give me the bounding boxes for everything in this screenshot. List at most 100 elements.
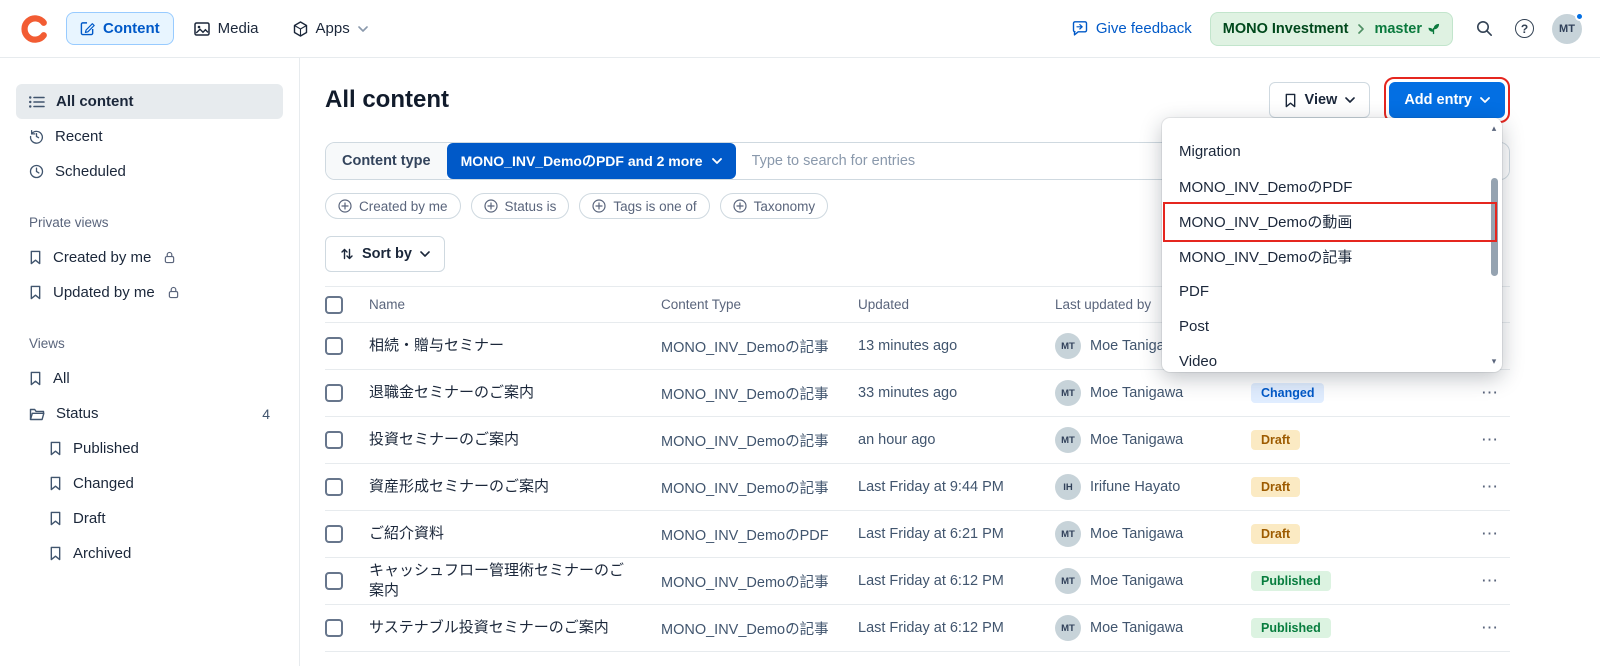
scroll-up-icon[interactable]: ▴ xyxy=(1492,123,1497,134)
menu-item-video[interactable]: Video xyxy=(1162,344,1502,372)
filter-chip-label: Status is xyxy=(504,198,557,214)
sidebar-item-label: Changed xyxy=(73,475,134,492)
sidebar-item-scheduled[interactable]: Scheduled xyxy=(16,154,283,189)
menu-item-mono-inv-demo-pdf[interactable]: MONO_INV_DemoのPDF xyxy=(1162,169,1502,204)
entry-name[interactable]: 資産形成セミナーのご案内 xyxy=(369,477,661,497)
table-row[interactable]: 退職金セミナーのご案内 MONO_INV_Demoの記事 33 minutes … xyxy=(325,370,1510,417)
environment-badge[interactable]: MONO Investment master xyxy=(1209,11,1453,46)
menu-item-mono-inv-demo-video[interactable]: MONO_INV_Demoの動画 xyxy=(1162,204,1502,239)
sidebar-item-updated-by-me[interactable]: Updated by me xyxy=(16,275,283,310)
entry-name[interactable]: 投資セミナーのご案内 xyxy=(369,430,661,450)
entry-name[interactable]: 相続・贈与セミナー xyxy=(369,336,661,356)
sidebar-item-published[interactable]: Published xyxy=(36,431,283,466)
user-avatar: MT xyxy=(1055,427,1081,453)
sidebar-item-all[interactable]: All xyxy=(16,361,283,396)
filter-chip-taxonomy[interactable]: Taxonomy xyxy=(719,193,829,219)
help-icon[interactable]: ? xyxy=(1515,19,1534,38)
contentful-logo[interactable] xyxy=(18,12,52,46)
user-avatar: MT xyxy=(1055,615,1081,641)
sidebar-item-recent[interactable]: Recent xyxy=(16,119,283,154)
content-type-label: Content type xyxy=(326,143,447,179)
row-actions-button[interactable]: ⋯ xyxy=(1447,524,1510,544)
tab-media[interactable]: Media xyxy=(180,12,273,45)
entry-updated: Last Friday at 6:12 PM xyxy=(858,573,1004,589)
sidebar-item-changed[interactable]: Changed xyxy=(36,466,283,501)
row-checkbox[interactable] xyxy=(325,619,343,637)
row-actions-button[interactable]: ⋯ xyxy=(1447,477,1510,497)
row-checkbox[interactable] xyxy=(325,525,343,543)
filter-chip-status-is[interactable]: Status is xyxy=(470,193,570,219)
entry-updated-by: Moe Tanigawa xyxy=(1090,385,1184,401)
entry-updated: Last Friday at 6:12 PM xyxy=(858,620,1004,636)
give-feedback-label: Give feedback xyxy=(1095,20,1192,37)
table-row[interactable]: キャッシュフロー管理術セミナーのご案内 MONO_INV_Demoの記事 Las… xyxy=(325,558,1510,605)
table-row[interactable]: 資産形成セミナーのご案内 MONO_INV_Demoの記事 Last Frida… xyxy=(325,464,1510,511)
row-checkbox[interactable] xyxy=(325,431,343,449)
scroll-down-icon[interactable]: ▾ xyxy=(1492,356,1497,367)
bookmark-icon xyxy=(1285,93,1295,107)
row-actions-button[interactable]: ⋯ xyxy=(1447,430,1510,450)
sidebar-item-draft[interactable]: Draft xyxy=(36,501,283,536)
bookmark-icon xyxy=(50,476,61,491)
logo-icon xyxy=(21,14,47,43)
sidebar-item-label: Draft xyxy=(73,510,106,527)
add-entry-button[interactable]: Add entry xyxy=(1389,82,1505,118)
menu-item-post[interactable]: Post xyxy=(1162,309,1502,344)
menu-item-migration[interactable]: Migration xyxy=(1162,134,1502,169)
sidebar-item-all-content[interactable]: All content xyxy=(16,84,283,119)
user-avatar: MT xyxy=(1055,333,1081,359)
sidebar-item-created-by-me[interactable]: Created by me xyxy=(16,240,283,275)
status-badge: Published xyxy=(1251,571,1331,591)
sidebar-item-archived[interactable]: Archived xyxy=(36,536,283,571)
row-checkbox[interactable] xyxy=(325,384,343,402)
header-name: Name xyxy=(369,297,406,312)
menu-item-mono-inv-demo-article[interactable]: MONO_INV_Demoの記事 xyxy=(1162,239,1502,274)
give-feedback-link[interactable]: Give feedback xyxy=(1072,20,1192,37)
avatar[interactable]: MT xyxy=(1552,11,1584,44)
tab-content[interactable]: Content xyxy=(66,12,174,45)
annotation-box-add-entry: Add entry xyxy=(1384,77,1510,123)
filter-chip-tags-is-one-of[interactable]: Tags is one of xyxy=(579,193,710,219)
menu-scrollbar[interactable]: ▴ ▾ xyxy=(1487,123,1501,367)
tab-apps[interactable]: Apps xyxy=(279,12,382,45)
sidebar-item-status[interactable]: Status 4 xyxy=(16,396,283,431)
chevron-right-icon xyxy=(1358,23,1365,34)
table-row[interactable]: ご紹介資料 MONO_INV_DemoのPDF Last Friday at 6… xyxy=(325,511,1510,558)
content-type-filter-pill[interactable]: MONO_INV_DemoのPDF and 2 more xyxy=(446,143,736,179)
sort-by-button[interactable]: Sort by xyxy=(325,236,445,272)
menu-item-pdf[interactable]: PDF xyxy=(1162,274,1502,309)
row-actions-button[interactable]: ⋯ xyxy=(1447,571,1510,591)
entry-content-type: MONO_INV_Demoの記事 xyxy=(661,480,829,497)
entry-updated-by: Moe Tanigawa xyxy=(1090,620,1184,636)
chevron-down-icon xyxy=(1480,97,1490,103)
row-checkbox[interactable] xyxy=(325,337,343,355)
header-updated: Updated xyxy=(858,297,910,312)
table-row[interactable]: 投資セミナーのご案内 MONO_INV_Demoの記事 an hour ago … xyxy=(325,417,1510,464)
folder-icon xyxy=(29,408,45,420)
filter-chip-label: Taxonomy xyxy=(753,198,816,214)
entry-updated: 33 minutes ago xyxy=(858,385,958,401)
search-icon[interactable] xyxy=(1471,16,1497,42)
notification-dot xyxy=(1575,11,1584,21)
entry-name[interactable]: 退職金セミナーのご案内 xyxy=(369,383,661,403)
entry-name[interactable]: キャッシュフロー管理術セミナーのご案内 xyxy=(369,561,661,602)
chevron-down-icon xyxy=(420,251,430,257)
row-actions-button[interactable]: ⋯ xyxy=(1447,618,1510,638)
row-checkbox[interactable] xyxy=(325,478,343,496)
lock-icon xyxy=(165,251,175,264)
branch-leaf-icon xyxy=(1428,23,1440,35)
bookmark-icon xyxy=(50,546,61,561)
row-checkbox[interactable] xyxy=(325,572,343,590)
sidebar-item-label: Created by me xyxy=(53,249,152,266)
select-all-checkbox[interactable] xyxy=(325,295,343,314)
list-icon xyxy=(29,95,45,108)
filter-chip-created-by-me[interactable]: Created by me xyxy=(325,193,461,219)
entry-name[interactable]: ご紹介資料 xyxy=(369,524,661,544)
table-row[interactable]: サステナブル投資セミナーのご案内 MONO_INV_Demoの記事 Last F… xyxy=(325,605,1510,652)
entry-name[interactable]: サステナブル投資セミナーのご案内 xyxy=(369,618,661,638)
sidebar-item-label: Status xyxy=(56,405,99,422)
row-actions-button[interactable]: ⋯ xyxy=(1447,383,1510,403)
chevron-down-icon xyxy=(357,25,368,32)
view-button[interactable]: View xyxy=(1268,82,1371,118)
entry-content-type: MONO_INV_Demoの記事 xyxy=(661,621,829,638)
